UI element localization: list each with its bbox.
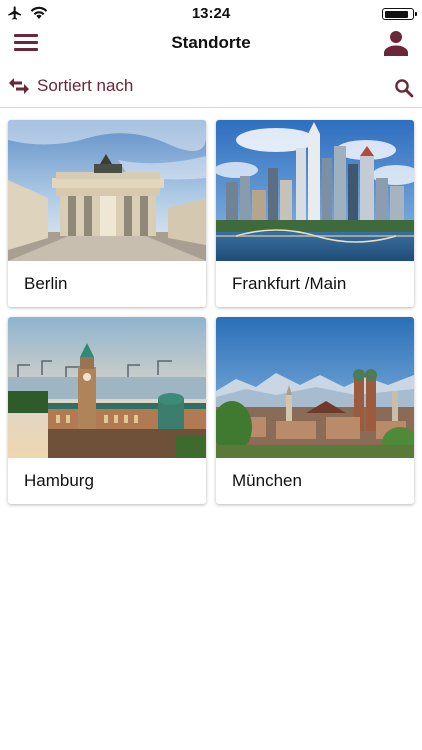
location-card-frankfurt[interactable]: Frankfurt /Main: [216, 120, 414, 307]
location-name: München: [232, 471, 302, 490]
munich-skyline-photo: [216, 317, 414, 458]
location-grid: Berlin Frankfurt /Main Hamburg München: [8, 120, 414, 504]
location-name: Frankfurt /Main: [232, 274, 347, 293]
nav-bar: Standorte: [0, 26, 422, 62]
sort-button[interactable]: Sortiert nach: [8, 76, 133, 96]
user-icon[interactable]: [384, 30, 408, 56]
hamburg-harbour-photo: [8, 317, 206, 458]
location-card-muenchen[interactable]: München: [216, 317, 414, 504]
location-name: Hamburg: [24, 471, 94, 490]
search-icon[interactable]: [394, 78, 414, 98]
frankfurt-skyline-photo: [216, 120, 414, 261]
location-card-hamburg[interactable]: Hamburg: [8, 317, 206, 504]
status-time: 13:24: [191, 5, 231, 22]
sort-bar: Sortiert nach: [0, 68, 422, 108]
location-name: Berlin: [24, 274, 68, 293]
sort-label: Sortiert nach: [37, 76, 134, 95]
location-card-berlin[interactable]: Berlin: [8, 120, 206, 307]
battery-level: [384, 10, 408, 18]
status-bar: 13:24: [0, 0, 422, 26]
page-title: Standorte: [171, 33, 251, 52]
swap-arrows-icon: [9, 78, 29, 94]
battery-icon: [382, 8, 417, 20]
brandenburg-gate-photo: [8, 120, 206, 261]
